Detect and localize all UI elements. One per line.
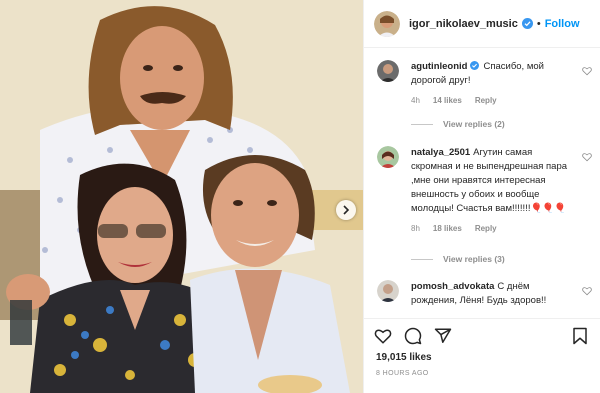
separator-dot: • [536, 17, 541, 30]
comments-list[interactable]: agutinleonid Спасибо, мой дорогой друг! 4… [364, 48, 600, 318]
chevron-right-icon [343, 205, 350, 215]
post-header: igor_nikolaev_music • Follow [364, 0, 600, 48]
view-replies-button[interactable]: View replies (2) [411, 119, 505, 129]
post-panel: igor_nikolaev_music • Follow agutinleoni… [363, 0, 600, 393]
likes-count[interactable]: 19,015 likes [376, 352, 432, 363]
view-replies-label: View replies (3) [443, 254, 505, 264]
comment-time: 8h [411, 224, 420, 233]
bookmark-button[interactable] [572, 327, 588, 345]
heart-icon[interactable] [374, 327, 392, 345]
share-icon[interactable] [434, 327, 452, 345]
view-replies-button[interactable]: View replies (3) [411, 254, 505, 264]
comment-time: 4h [411, 96, 420, 105]
post-timestamp: 8 HOURS AGO [376, 370, 429, 377]
replies-divider [411, 123, 433, 125]
reply-button[interactable]: Reply [475, 222, 497, 236]
comment-body: agutinleonid Спасибо, мой дорогой друг! 4… [411, 60, 573, 108]
replies-divider [411, 258, 433, 260]
reply-button[interactable]: Reply [475, 94, 497, 108]
heart-icon[interactable] [582, 152, 592, 162]
comment-icon[interactable] [404, 327, 422, 345]
bookmark-icon [573, 327, 587, 345]
next-photo-button[interactable] [336, 200, 356, 220]
avatar[interactable] [377, 60, 399, 82]
comment-meta: 4h 14 likes Reply [411, 94, 573, 108]
view-replies-label: View replies (2) [443, 119, 505, 129]
comment-likes[interactable]: 18 likes [433, 222, 462, 236]
verified-badge-icon [470, 61, 480, 70]
verified-badge-icon [521, 18, 533, 29]
comment-body: pomosh_advokata С днём рождения, Лёня! Бу… [411, 280, 573, 308]
photo-illustration [0, 0, 363, 393]
comment-username[interactable]: agutinleonid [411, 61, 467, 72]
heart-icon[interactable] [582, 66, 592, 76]
comment-meta: 8h 18 likes Reply [411, 222, 573, 236]
follow-button[interactable]: Follow [545, 18, 580, 30]
comment-likes[interactable]: 14 likes [433, 94, 462, 108]
post-photo [0, 0, 363, 393]
avatar[interactable] [374, 10, 400, 37]
heart-icon[interactable] [582, 286, 592, 296]
comment-body: natalya_2501 Агутин самая скромная и не в… [411, 146, 573, 236]
avatar[interactable] [377, 280, 399, 302]
post-actions: 19,015 likes 8 HOURS AGO [364, 318, 600, 393]
action-icons [374, 327, 452, 345]
comment-username[interactable]: pomosh_advokata [411, 281, 494, 292]
avatar[interactable] [377, 146, 399, 168]
comment-username[interactable]: natalya_2501 [411, 147, 470, 158]
post-author-username[interactable]: igor_nikolaev_music [409, 18, 518, 30]
